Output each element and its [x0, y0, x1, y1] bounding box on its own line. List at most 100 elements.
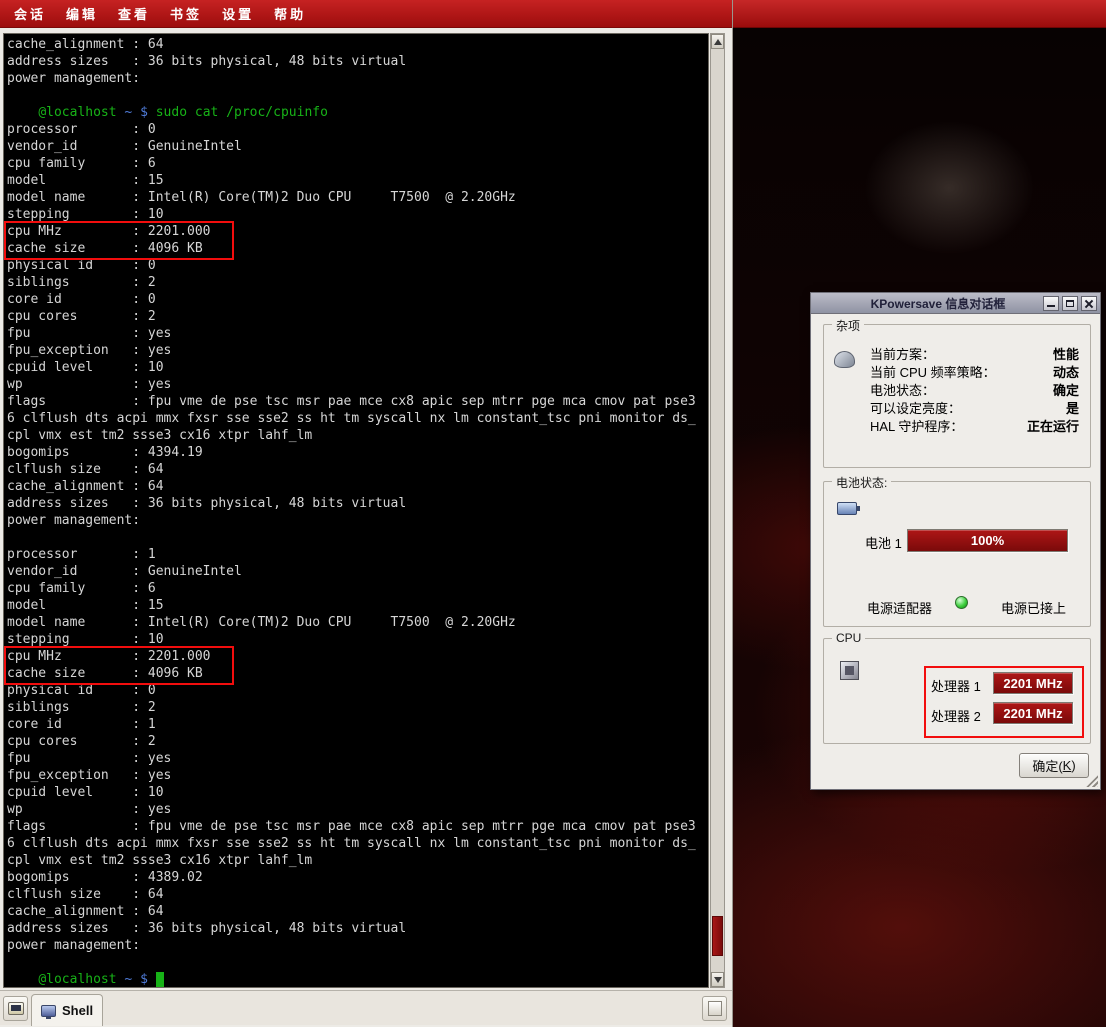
terminal-line: power management: — [7, 937, 696, 954]
terminal-line: fpu_exception : yes — [7, 342, 696, 359]
terminal-line: model name : Intel(R) Core(TM)2 Duo CPU … — [7, 614, 696, 631]
cpu-rows: 处理器 12201 MHz处理器 22201 MHz — [931, 672, 1080, 732]
terminal-line: address sizes : 36 bits physical, 48 bit… — [7, 920, 696, 937]
text-segment: address sizes : 36 bits physical, 48 bit… — [7, 496, 406, 511]
cpu-frequency-bar: 2201 MHz — [993, 702, 1073, 724]
dialog-titlebar[interactable]: KPowersave 信息对话框 — [811, 293, 1100, 314]
dialog-title: KPowersave 信息对话框 — [811, 295, 1043, 312]
terminal-line: wp : yes — [7, 801, 696, 818]
terminal-line: cpu cores : 2 — [7, 733, 696, 750]
shell-tab-label: Shell — [62, 1003, 93, 1018]
terminal-line: cpu MHz : 2201.000 — [7, 648, 696, 665]
text-segment: model name : Intel(R) Core(TM)2 Duo CPU … — [7, 190, 516, 205]
terminal-line — [7, 529, 696, 546]
text-segment — [148, 105, 156, 120]
info-row: 电池状态：确定 — [870, 383, 1079, 398]
text-segment: fpu : yes — [7, 751, 171, 766]
text-segment: fpu : yes — [7, 326, 171, 341]
text-segment: wp : yes — [7, 377, 171, 392]
power-led-icon — [955, 596, 968, 609]
terminal-line: cpl vmx est tm2 ssse3 cx16 xtpr lahf_lm — [7, 852, 696, 869]
text-segment: flags : fpu vme de pse tsc msr pae mce c… — [7, 819, 696, 834]
text-segment: cpuid level : 10 — [7, 785, 164, 800]
text-segment — [7, 972, 38, 987]
info-value: 性能 — [1053, 347, 1079, 362]
text-segment: $ — [132, 972, 148, 987]
text-segment: bogomips : 4394.19 — [7, 445, 203, 460]
terminal-screen[interactable]: cache_alignment : 64address sizes : 36 b… — [3, 33, 709, 988]
cpu-row: 处理器 12201 MHz — [931, 672, 1080, 694]
text-segment: model : 15 — [7, 598, 164, 613]
new-session-button[interactable] — [3, 996, 28, 1021]
terminal-line: processor : 0 — [7, 121, 696, 138]
info-row: 当前 CPU 频率策略：动态 — [870, 365, 1079, 380]
kpowersave-icon — [834, 351, 855, 368]
text-segment: cpuid level : 10 — [7, 360, 164, 375]
terminal-line: cpuid level : 10 — [7, 784, 696, 801]
scroll-down-button[interactable] — [711, 972, 724, 987]
adapter-status: 电源已接上 — [1001, 598, 1066, 617]
ok-label-suffix: ) — [1071, 758, 1075, 773]
close-button[interactable] — [1081, 296, 1097, 311]
info-value: 动态 — [1053, 365, 1079, 380]
scroll-up-button[interactable] — [711, 34, 724, 49]
session-list-icon — [708, 1001, 722, 1016]
info-value: 是 — [1066, 401, 1079, 416]
ok-accel-key: K — [1063, 758, 1072, 773]
terminal-output: cache_alignment : 64address sizes : 36 b… — [7, 36, 696, 988]
text-segment: cache_alignment : 64 — [7, 37, 164, 52]
group-battery-title: 电池状态: — [832, 474, 891, 491]
ok-button[interactable]: 确定(K) — [1019, 753, 1089, 778]
text-segment: siblings : 2 — [7, 275, 156, 290]
menu-item[interactable]: 帮助 — [264, 0, 316, 27]
text-segment: stepping : 10 — [7, 207, 164, 222]
text-segment: cpu MHz : 2201.000 — [7, 649, 211, 664]
text-segment: cpu cores : 2 — [7, 734, 156, 749]
desktop: 会话编辑查看书签设置帮助 cache_alignment : 64address… — [0, 0, 1106, 1027]
text-segment: fpu_exception : yes — [7, 768, 171, 783]
terminal-line: core id : 0 — [7, 291, 696, 308]
text-segment: cache_alignment : 64 — [7, 904, 164, 919]
text-segment: model : 15 — [7, 173, 164, 188]
terminal-line: flags : fpu vme de pse tsc msr pae mce c… — [7, 393, 696, 410]
info-label: 电池状态： — [870, 383, 935, 398]
menu-item[interactable]: 会话 — [4, 0, 56, 27]
terminal-menubar: 会话编辑查看书签设置帮助 — [0, 0, 732, 28]
terminal-line: cpu family : 6 — [7, 580, 696, 597]
scroll-down-icon — [714, 977, 722, 983]
terminal-line: physical id : 0 — [7, 682, 696, 699]
terminal-line: @localhost ~ $ sudo cat /proc/cpuinfo — [7, 104, 696, 121]
terminal-line: 6 clflush dts acpi mmx fxsr sse sse2 ss … — [7, 835, 696, 852]
maximize-button[interactable] — [1062, 296, 1078, 311]
terminal-line: cpu cores : 2 — [7, 308, 696, 325]
terminal-line: physical id : 0 — [7, 257, 696, 274]
scrollbar-thumb[interactable] — [712, 916, 723, 956]
terminal-line: power management: — [7, 512, 696, 529]
text-segment: power management: — [7, 938, 140, 953]
text-segment: $ — [132, 105, 148, 120]
menu-item[interactable]: 编辑 — [56, 0, 108, 27]
text-segment: clflush size : 64 — [7, 887, 164, 902]
terminal-line: fpu_exception : yes — [7, 767, 696, 784]
info-value: 正在运行 — [1027, 419, 1079, 434]
text-segment: address sizes : 36 bits physical, 48 bit… — [7, 54, 406, 69]
menu-item[interactable]: 查看 — [108, 0, 160, 27]
menu-item[interactable]: 设置 — [212, 0, 264, 27]
text-segment: sudo cat /proc/cpuinfo — [156, 105, 328, 120]
terminal-line: clflush size : 64 — [7, 461, 696, 478]
group-cpu: CPU 处理器 12201 MHz处理器 22201 MHz — [823, 638, 1091, 744]
terminal-line: cpl vmx est tm2 ssse3 cx16 xtpr lahf_lm — [7, 427, 696, 444]
terminal-line: cache_alignment : 64 — [7, 903, 696, 920]
text-segment: ~ — [117, 972, 133, 987]
terminal-scrollbar[interactable] — [710, 33, 725, 988]
group-battery: 电池状态: 电池 1 100% 电源适配器 电源已接上 — [823, 481, 1091, 627]
session-list-button[interactable] — [702, 996, 727, 1021]
background-window-titlebar[interactable] — [733, 0, 1106, 28]
text-segment: ~ — [117, 105, 133, 120]
terminal-line — [7, 87, 696, 104]
minimize-button[interactable] — [1043, 296, 1059, 311]
text-segment: power management: — [7, 513, 140, 528]
tab-shell[interactable]: Shell — [31, 994, 103, 1026]
menu-item[interactable]: 书签 — [160, 0, 212, 27]
text-segment: cpl vmx est tm2 ssse3 cx16 xtpr lahf_lm — [7, 428, 312, 443]
